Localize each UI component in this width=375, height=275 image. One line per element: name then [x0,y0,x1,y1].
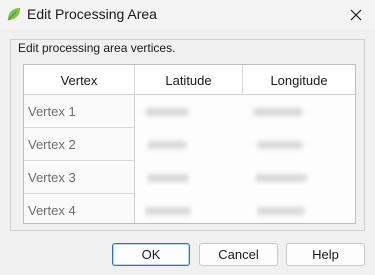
group-label: Edit processing area vertices. [18,41,176,55]
column-header-vertex[interactable]: Vertex [24,65,135,95]
latitude-cell[interactable] [135,161,243,194]
vertex-cell[interactable]: Vertex 2 [24,128,135,161]
latitude-cell[interactable] [135,95,243,128]
vertices-table: · · · · · · · · · · · · Vertex Latitude … [23,64,356,224]
table-header: Vertex Latitude Longitude [24,65,355,95]
longitude-cell[interactable] [243,95,355,128]
latitude-cell[interactable] [135,194,243,223]
column-header-longitude[interactable]: Longitude [243,65,355,95]
vertex-cell[interactable]: Vertex 4 [24,194,135,223]
leaf-icon [7,8,20,21]
table-row[interactable]: Vertex 1 [24,95,355,128]
help-button[interactable]: Help [286,243,365,266]
table-row[interactable]: Vertex 2 [24,128,355,161]
vertex-cell[interactable]: Vertex 1 [24,95,135,128]
close-icon [350,9,362,21]
window-title: Edit Processing Area [27,6,157,22]
latitude-cell[interactable] [135,128,243,161]
longitude-cell[interactable] [243,128,355,161]
table-row[interactable]: Vertex 4 [24,194,355,223]
column-header-latitude[interactable]: Latitude [135,65,243,95]
ok-button[interactable]: OK [112,243,190,266]
longitude-cell[interactable] [243,161,355,194]
cancel-button[interactable]: Cancel [199,243,278,266]
table-row[interactable]: Vertex 3 [24,161,355,194]
vertex-cell[interactable]: Vertex 3 [24,161,135,194]
close-button[interactable] [345,4,367,26]
longitude-cell[interactable] [243,194,355,223]
title-bar: Edit Processing Area [0,0,375,30]
